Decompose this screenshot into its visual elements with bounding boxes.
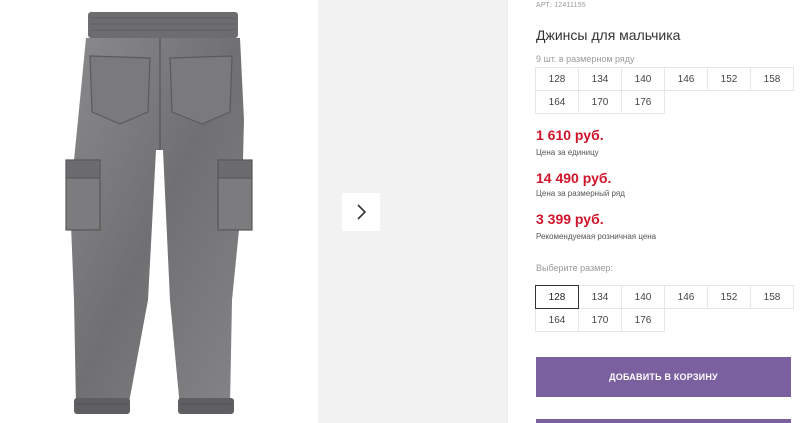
size-select-label: Выберите размер: [536,263,613,273]
pack-size-cell: 170 [578,90,622,114]
gallery-next-button[interactable] [342,193,380,231]
chevron-right-icon [355,203,367,221]
size-option[interactable]: 176 [621,308,665,332]
product-sku: АРТ: 12411155 [536,2,586,9]
pack-size-cell: 164 [535,90,579,114]
size-option[interactable]: 146 [664,285,708,309]
size-option[interactable]: 134 [578,285,622,309]
pack-sizes-grid: 128 134 140 146 152 158 164 170 176 [535,67,794,114]
pack-size-cell: 152 [707,67,751,91]
retail-price: 3 399 руб. [536,211,604,227]
size-option[interactable]: 140 [621,285,665,309]
size-option[interactable]: 128 [535,285,579,309]
jeans-image [65,12,253,414]
pack-size-cell: 128 [535,67,579,91]
size-option[interactable]: 152 [707,285,751,309]
unit-price: 1 610 руб. [536,127,604,143]
size-option[interactable]: 164 [535,308,579,332]
pack-caption: 9 шт. в размерном ряду [536,54,635,64]
retail-price-label: Рекомендуемая розничная цена [536,232,657,241]
pack-size-cell: 176 [621,90,665,114]
add-to-cart-button[interactable]: ДОБАВИТЬ В КОРЗИНУ [536,357,791,397]
product-main-image [0,0,318,423]
unit-price-label: Цена за единицу [536,148,599,157]
product-gallery [0,0,507,423]
pack-price: 14 490 руб. [536,170,612,186]
pack-size-cell: 134 [578,67,622,91]
size-select-grid: 128 134 140 146 152 158 164 170 176 [535,285,794,332]
pack-size-cell: 158 [750,67,794,91]
pack-size-cell: 146 [664,67,708,91]
product-info-panel: АРТ: 12411155 Джинсы для мальчика 9 шт. … [507,0,800,423]
pack-size-cell: 140 [621,67,665,91]
size-option[interactable]: 158 [750,285,794,309]
size-option[interactable]: 170 [578,308,622,332]
pack-price-label: Цена за размерный ряд [536,189,625,198]
product-title: Джинсы для мальчика [536,27,681,43]
secondary-button-edge[interactable] [536,419,791,423]
